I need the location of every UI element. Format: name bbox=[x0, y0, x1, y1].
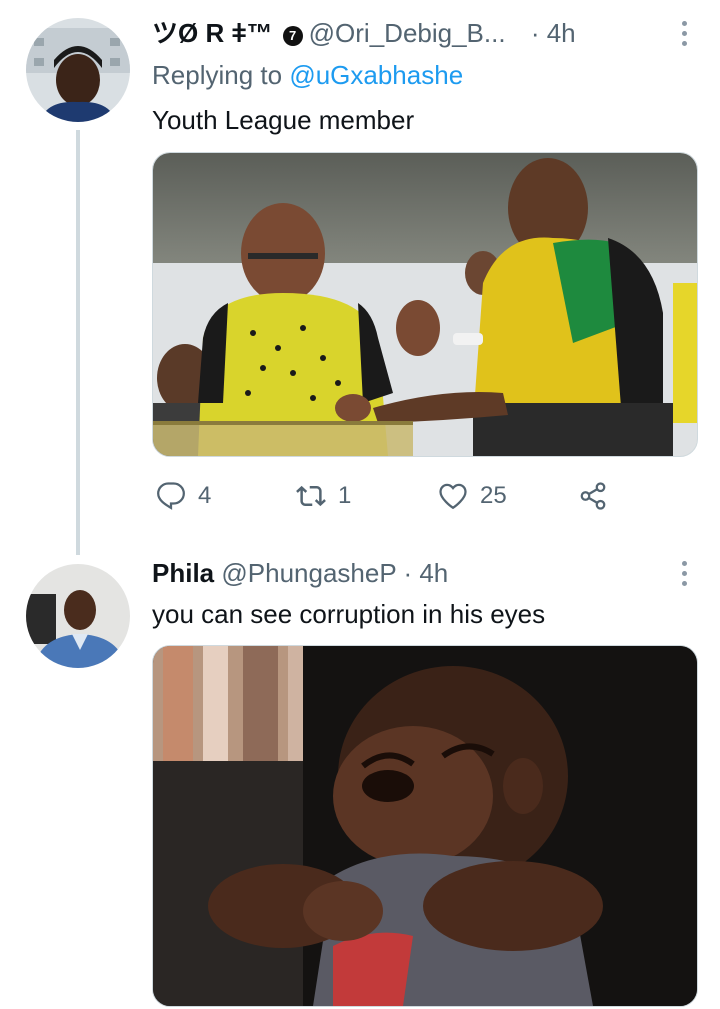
tweet-actions: 4 1 25 bbox=[152, 478, 632, 514]
thread-line bbox=[76, 130, 80, 555]
replying-to: Replying to @uGxabhashe bbox=[152, 59, 463, 91]
share-icon bbox=[580, 482, 606, 510]
timestamp[interactable]: 4h bbox=[547, 18, 576, 48]
tweet-2[interactable]: Phila @PhungasheP · 4h you can see corru… bbox=[0, 540, 720, 1009]
display-name[interactable]: Phila bbox=[152, 558, 214, 588]
retweet-icon bbox=[296, 485, 326, 507]
tweet-photo[interactable] bbox=[152, 645, 698, 1007]
replying-to-link[interactable]: @uGxabhashe bbox=[289, 60, 463, 90]
like-count: 25 bbox=[480, 482, 507, 509]
separator-dot: · bbox=[403, 558, 413, 588]
tweet-header: Phila @PhungasheP · 4h bbox=[152, 557, 690, 589]
tweet-text: you can see corruption in his eyes bbox=[152, 599, 546, 629]
timestamp[interactable]: 4h bbox=[419, 558, 448, 588]
tweet-1[interactable]: ツØ R ǂ™ 7 @Ori_Debig_B... · 4h Replying to… bbox=[0, 0, 720, 555]
tweet-header: ツØ R ǂ™ 7 @Ori_Debig_B... · 4h bbox=[152, 17, 690, 49]
user-handle[interactable]: @Ori_Debig_B... bbox=[309, 18, 506, 48]
verified-badge-icon: 7 bbox=[282, 26, 303, 46]
display-name[interactable]: ツØ R ǂ™ bbox=[152, 18, 273, 48]
user-handle[interactable]: @PhungasheP bbox=[221, 558, 396, 588]
avatar[interactable] bbox=[26, 564, 130, 668]
retweet-count: 1 bbox=[338, 482, 352, 509]
tweet-photo[interactable] bbox=[152, 152, 698, 457]
replying-prefix: Replying to bbox=[152, 60, 283, 90]
share-button[interactable] bbox=[578, 478, 608, 514]
like-button[interactable]: 25 bbox=[438, 478, 507, 514]
separator-dot: · bbox=[530, 18, 540, 48]
like-icon bbox=[439, 483, 467, 510]
reply-button[interactable]: 4 bbox=[156, 478, 211, 514]
retweet-button[interactable]: 1 bbox=[296, 478, 351, 514]
avatar[interactable] bbox=[26, 18, 130, 122]
kebab-menu-icon[interactable] bbox=[678, 557, 690, 589]
tweet-text: Youth League member bbox=[152, 105, 415, 135]
reply-count: 4 bbox=[198, 482, 212, 509]
reply-icon bbox=[157, 482, 185, 510]
kebab-menu-icon[interactable] bbox=[678, 17, 690, 49]
